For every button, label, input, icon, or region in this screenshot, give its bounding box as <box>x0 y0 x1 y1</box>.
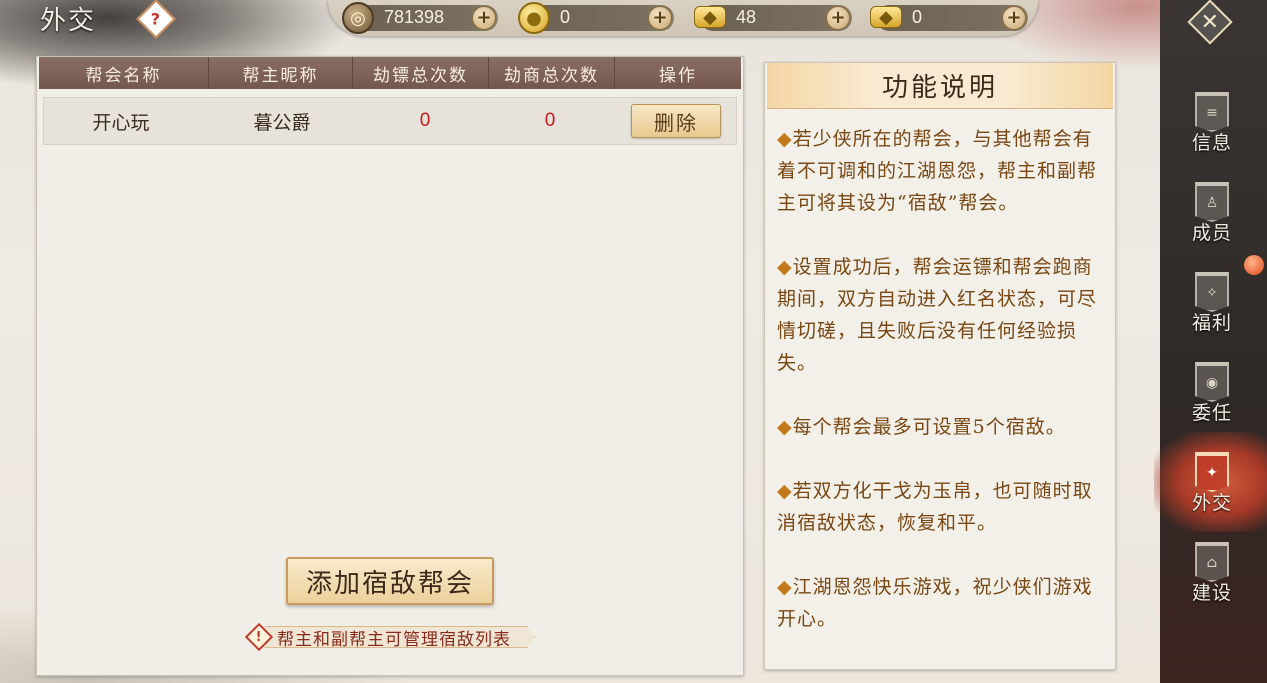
delete-button[interactable]: 删除 <box>631 104 721 138</box>
sidebar-item-info[interactable]: ≡ 信息 <box>1180 92 1244 164</box>
member-banner-icon: ♙ <box>1195 182 1229 222</box>
page-title: 外交 <box>40 6 97 36</box>
function-description-panel: 功能说明 ◆若少侠所在的帮会，与其他帮会有着不可调和的江湖恩怨，帮主和副帮主可将… <box>764 62 1116 670</box>
info-paragraph: ◆江湖恩怨快乐游戏，祝少侠们游戏开心。 <box>777 576 1093 630</box>
column-header: 帮会名称 <box>39 57 209 89</box>
welfare-banner-icon: ✧ <box>1195 272 1229 312</box>
sidebar-item-label: 建设 <box>1191 582 1232 604</box>
help-button[interactable]: ? <box>136 0 176 39</box>
info-paragraph: ◆若少侠所在的帮会，与其他帮会有着不可调和的江湖恩怨，帮主和副帮主可将其设为“宿… <box>777 128 1098 214</box>
action-cell: 删除 <box>616 97 736 145</box>
column-header: 劫商总次数 <box>489 57 615 89</box>
column-header: 帮主昵称 <box>209 57 353 89</box>
add-gold-button[interactable]: + <box>648 6 672 30</box>
merchant-robbed-count: 0 <box>544 110 556 131</box>
close-icon: ✕ <box>1187 0 1233 45</box>
diplomacy-banner-icon: ✦ <box>1195 452 1229 492</box>
currency-copper: ◎ 781398 + <box>342 2 498 34</box>
sidebar-item-appoint[interactable]: ◉ 委任 <box>1180 362 1244 434</box>
currency-value: 0 <box>912 7 923 27</box>
sidebar-item-label: 外交 <box>1191 492 1232 514</box>
column-header: 操作 <box>659 65 697 86</box>
add-copper-button[interactable]: + <box>472 6 496 30</box>
currency-ingot: ◆ 0 + <box>870 5 1028 31</box>
add-bound-ingot-button[interactable]: + <box>826 6 850 30</box>
tip-text: 帮主和副帮主可管理宿敌列表 <box>277 629 511 650</box>
currency-gold: ● 0 + <box>518 2 674 34</box>
notification-dot <box>1244 255 1264 275</box>
escort-robbed-count: 0 <box>419 110 431 131</box>
sidebar-item-diplomacy[interactable]: ✦ 外交 <box>1180 452 1244 524</box>
currency-value: 781398 <box>384 7 445 27</box>
sidebar-item-label: 委任 <box>1191 402 1232 424</box>
copper-coin-icon: ◎ <box>342 2 374 34</box>
sidebar-item-build[interactable]: ⌂ 建设 <box>1180 542 1244 614</box>
info-paragraph: ◆设置成功后，帮会运镖和帮会跑商期间，双方自动进入红名状态，可尽情切磋，且失败后… <box>777 256 1098 374</box>
bound-ingot-icon: ◆ <box>694 6 726 28</box>
table-header: 帮会名称 帮主昵称 劫镖总次数 劫商总次数 操作 <box>39 57 741 89</box>
sidebar-item-label: 成员 <box>1191 222 1232 244</box>
gold-ingot-icon: ◆ <box>870 6 902 28</box>
build-banner-icon: ⌂ <box>1195 542 1229 582</box>
sidebar-item-label: 信息 <box>1191 132 1232 154</box>
diamond-bullet-icon: ◆ <box>777 256 793 278</box>
appoint-banner-icon: ◉ <box>1195 362 1229 402</box>
info-paragraph: ◆每个帮会最多可设置5个宿敌。 <box>777 416 1066 438</box>
permission-tip: ! 帮主和副帮主可管理宿敌列表 <box>244 622 537 652</box>
leader-nickname: 暮公爵 <box>253 111 311 134</box>
diamond-bullet-icon: ◆ <box>777 480 793 502</box>
diamond-bullet-icon: ◆ <box>777 576 793 598</box>
sidebar-item-label: 福利 <box>1191 312 1232 334</box>
top-bar: 外交 ? ◎ 781398 + ● 0 + ◆ 48 + ◆ 0 + <box>0 0 1160 42</box>
gold-coin-icon: ● <box>518 2 550 34</box>
add-rival-guild-button[interactable]: 添加宿敌帮会 <box>286 557 494 605</box>
info-body: ◆若少侠所在的帮会，与其他帮会有着不可调和的江湖恩怨，帮主和副帮主可将其设为“宿… <box>777 123 1107 667</box>
currency-bound-ingot: ◆ 48 + <box>694 5 852 31</box>
sidebar-item-members[interactable]: ♙ 成员 <box>1180 182 1244 254</box>
diamond-bullet-icon: ◆ <box>777 128 793 150</box>
column-header: 劫镖总次数 <box>353 57 489 89</box>
sidebar-item-welfare[interactable]: ✧ 福利 <box>1180 272 1244 344</box>
info-paragraph: ◆若双方化干戈为玉帛，也可随时取消宿敌状态，恢复和平。 <box>777 480 1093 534</box>
close-button[interactable]: ✕ <box>1187 0 1233 45</box>
info-banner-icon: ≡ <box>1195 92 1229 132</box>
add-ingot-button[interactable]: + <box>1002 6 1026 30</box>
currency-value: 0 <box>560 7 571 27</box>
currency-value: 48 <box>736 7 757 27</box>
info-title: 功能说明 <box>881 73 998 103</box>
rival-guild-panel: 帮会名称 帮主昵称 劫镖总次数 劫商总次数 操作 开心玩 暮公爵 0 0 删除 … <box>36 56 744 676</box>
diamond-bullet-icon: ◆ <box>777 416 793 438</box>
info-header: 功能说明 <box>767 63 1113 109</box>
table-row: 开心玩 暮公爵 0 0 删除 <box>43 97 737 145</box>
guild-name: 开心玩 <box>92 111 150 134</box>
currency-strip: ◎ 781398 + ● 0 + ◆ 48 + ◆ 0 + <box>328 0 1038 36</box>
question-icon: ? <box>151 9 161 29</box>
